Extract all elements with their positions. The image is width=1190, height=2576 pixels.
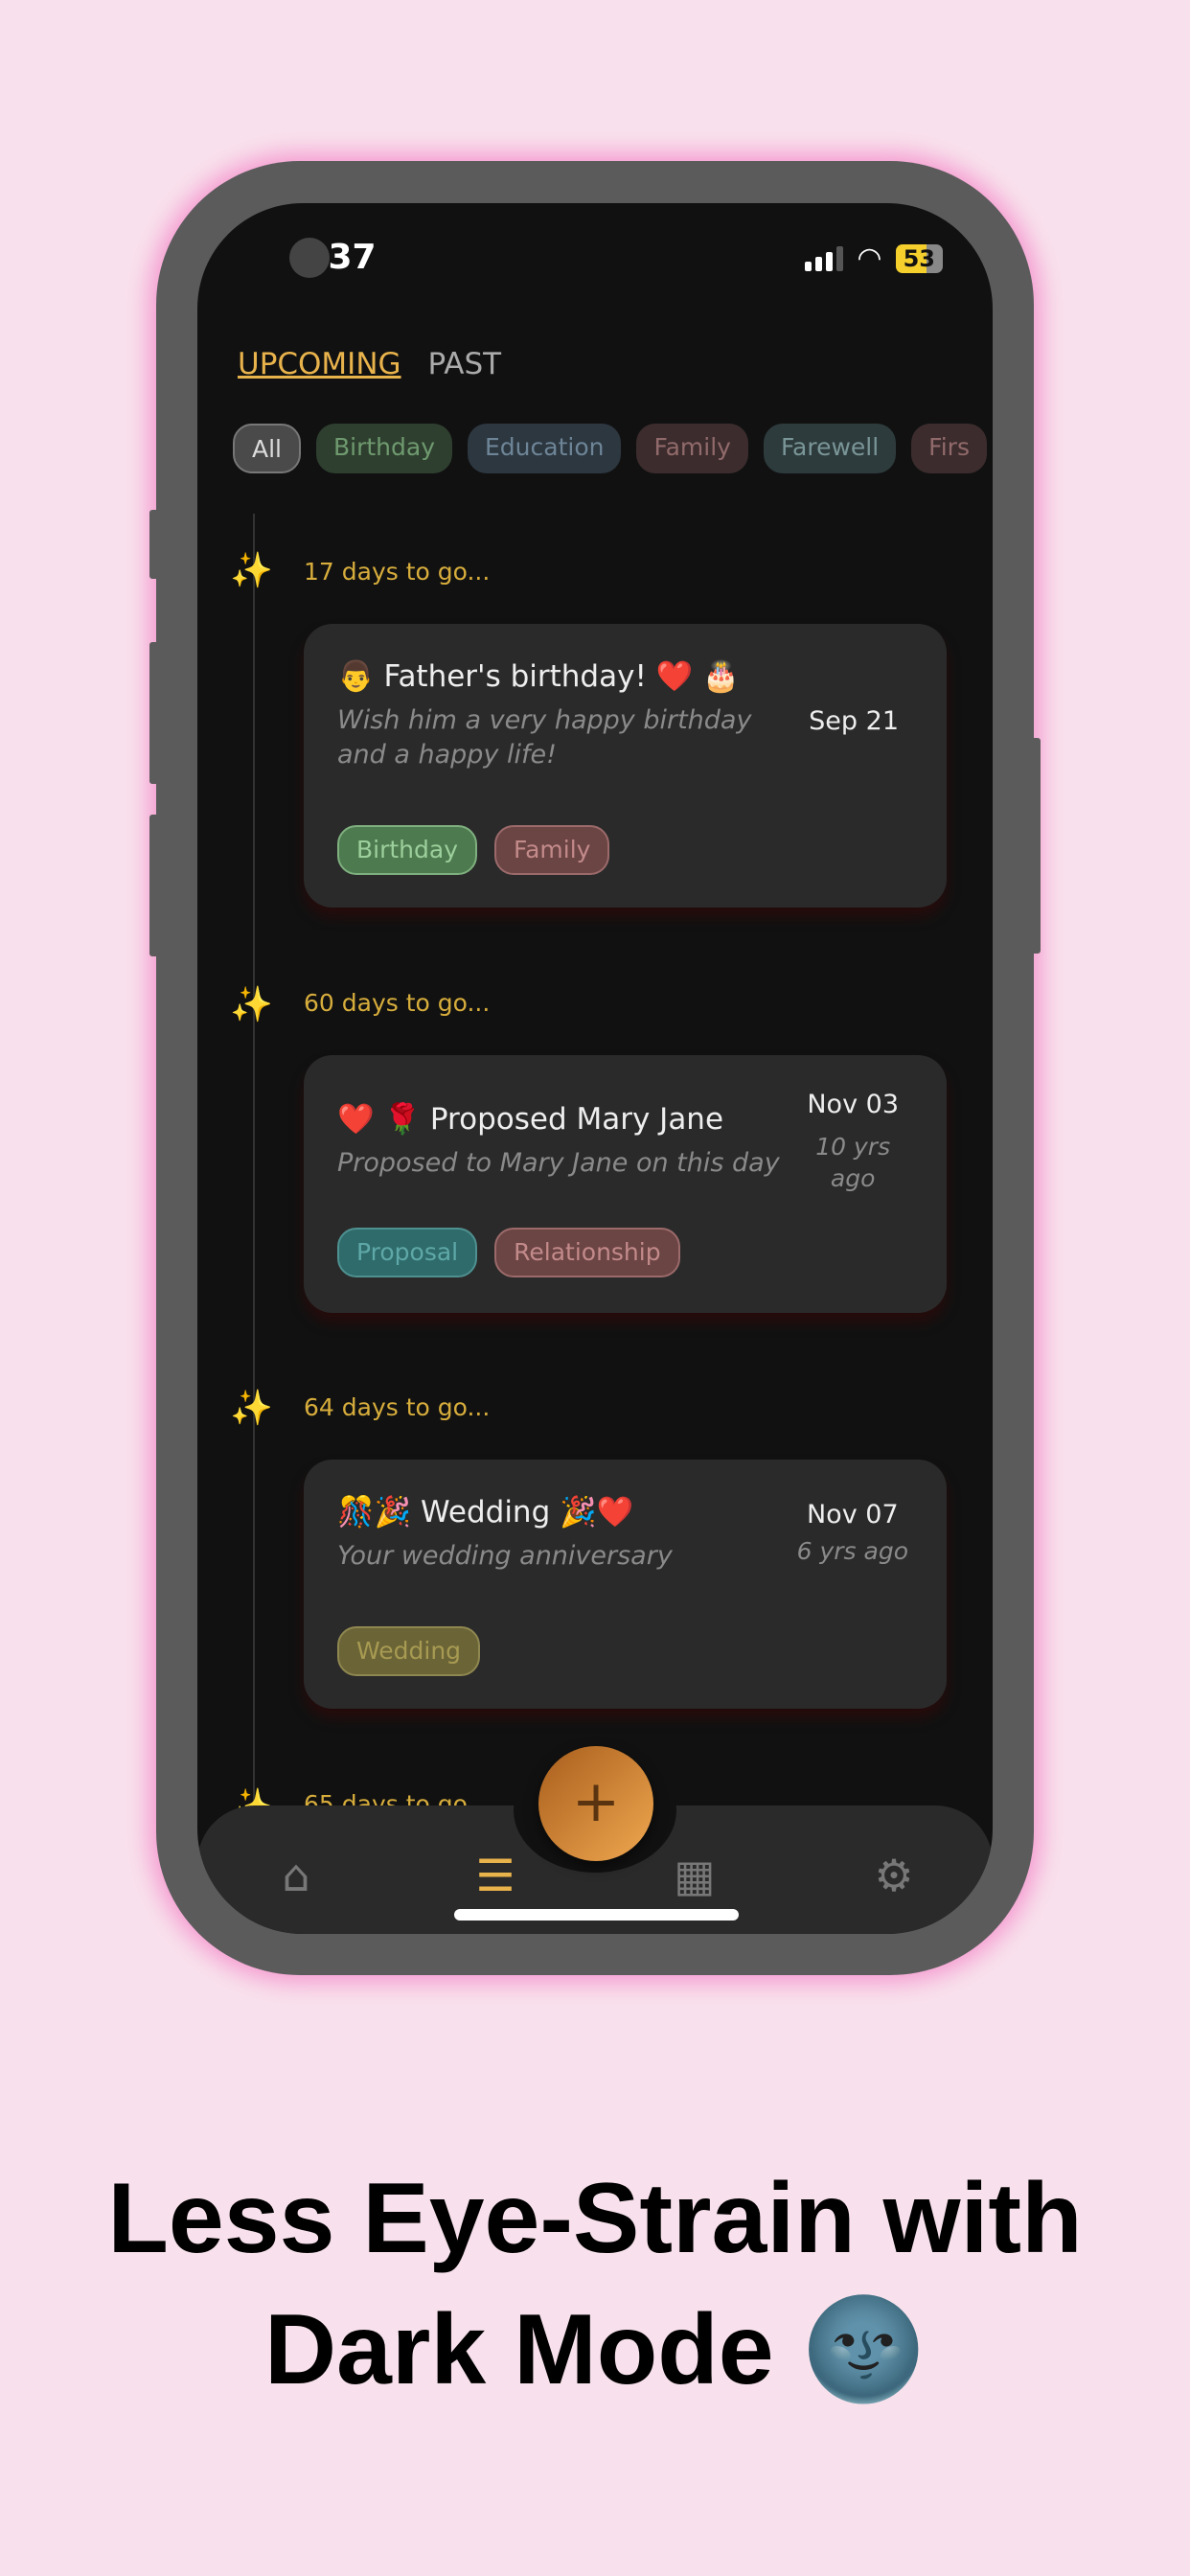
filter-chip[interactable]: All <box>233 424 301 473</box>
camera-dot <box>289 238 330 278</box>
dashboard-icon[interactable]: ▦ <box>666 1850 723 1901</box>
event-date: Nov 03 10 yrs ago <box>807 1090 899 1194</box>
event-date: Sep 21 <box>809 706 899 736</box>
volume-down-button <box>149 815 159 956</box>
event-tag[interactable]: Family <box>494 825 610 875</box>
event-tag[interactable]: Wedding <box>337 1626 481 1676</box>
wifi-icon: ◠ <box>857 242 882 275</box>
filter-chips: All Birthday Education Family Farewell Firs <box>233 424 987 473</box>
event-tag[interactable]: Relationship <box>494 1228 680 1277</box>
sparkle-icon: ✨ <box>230 551 273 590</box>
gear-icon[interactable]: ⚙ <box>865 1850 923 1901</box>
filter-chip[interactable]: Birthday <box>316 424 453 473</box>
status-icons: ◠ 53 <box>805 242 943 275</box>
due-label: 60 days to go... <box>304 989 491 1017</box>
event-date: Nov 07 6 yrs ago <box>797 1500 908 1567</box>
app-screen: 4:37 ◠ 53 UPCOMING PAST All Birthday Educa… <box>197 203 993 1934</box>
event-card[interactable]: 🎊🎉 Wedding 🎉❤️ Your wedding anniversary … <box>304 1460 947 1709</box>
event-date-text: Nov 07 <box>806 1500 899 1530</box>
battery-icon: 53 <box>895 243 943 273</box>
event-tags: Proposal Relationship <box>337 1228 680 1277</box>
event-title: 👨 Father's birthday! ❤️ 🎂 <box>337 659 740 694</box>
power-button <box>1031 738 1041 954</box>
signal-icon <box>805 245 844 271</box>
filter-chip[interactable]: Education <box>468 424 622 473</box>
tab-bar: UPCOMING PAST <box>238 347 501 381</box>
due-label: 17 days to go... <box>304 558 491 586</box>
event-tag[interactable]: Birthday <box>337 825 478 875</box>
list-icon[interactable]: ☰ <box>467 1850 524 1901</box>
event-card[interactable]: ❤️ 🌹 Proposed Mary Jane Proposed to Mary… <box>304 1055 947 1313</box>
filter-chip[interactable]: Family <box>636 424 748 473</box>
home-indicator <box>454 1909 739 1920</box>
event-tag[interactable]: Proposal <box>337 1228 478 1277</box>
filter-chip[interactable]: Firs <box>911 424 987 473</box>
tab-past[interactable]: PAST <box>428 347 502 381</box>
event-ago: 10 yrs ago <box>815 1133 891 1192</box>
event-card[interactable]: 👨 Father's birthday! ❤️ 🎂 Wish him a ver… <box>304 624 947 908</box>
sparkle-icon: ✨ <box>230 985 273 1024</box>
due-label: 64 days to go... <box>304 1393 491 1421</box>
event-tags: Birthday Family <box>337 825 610 875</box>
tab-upcoming[interactable]: UPCOMING <box>238 347 401 381</box>
timeline-line <box>253 514 255 1807</box>
filter-chip[interactable]: Farewell <box>763 424 897 473</box>
side-button <box>149 510 159 579</box>
event-ago: 6 yrs ago <box>796 1537 908 1565</box>
home-icon[interactable]: ⌂ <box>267 1850 325 1901</box>
volume-up-button <box>149 642 159 784</box>
headline-line-1: Less Eye-Strain with <box>107 2163 1083 2274</box>
event-description: Wish him a very happy birthday and a hap… <box>337 705 752 770</box>
sparkle-icon: ✨ <box>230 1389 273 1428</box>
event-date-text: Nov 03 <box>807 1090 899 1119</box>
event-tags: Wedding <box>337 1626 481 1676</box>
add-event-button[interactable]: + <box>538 1746 653 1861</box>
headline-line-2: Dark Mode 🌚 <box>263 2294 927 2405</box>
